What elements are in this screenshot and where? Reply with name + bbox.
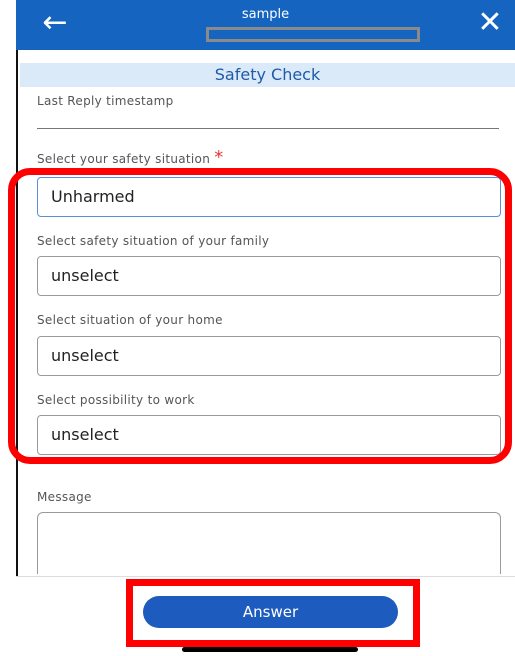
safety-situation-label-text: Select your safety situation — [37, 152, 211, 166]
close-icon[interactable]: ✕ — [473, 8, 507, 42]
page-title: Safety Check — [20, 63, 515, 87]
last-reply-label: Last Reply timestamp — [37, 94, 174, 108]
top-app-bar: ← sample ✕ — [16, 0, 515, 50]
home-indicator — [182, 647, 358, 652]
redacted-subtitle — [206, 27, 420, 42]
last-reply-field — [37, 128, 499, 129]
highlight-frame-selects — [8, 168, 512, 464]
answer-button[interactable]: Answer — [143, 596, 398, 628]
app-title: sample — [241, 7, 290, 22]
message-label: Message — [37, 490, 92, 504]
message-textarea[interactable] — [37, 512, 501, 574]
safety-situation-label: Select your safety situation * — [37, 149, 224, 167]
required-asterisk: * — [214, 147, 224, 168]
